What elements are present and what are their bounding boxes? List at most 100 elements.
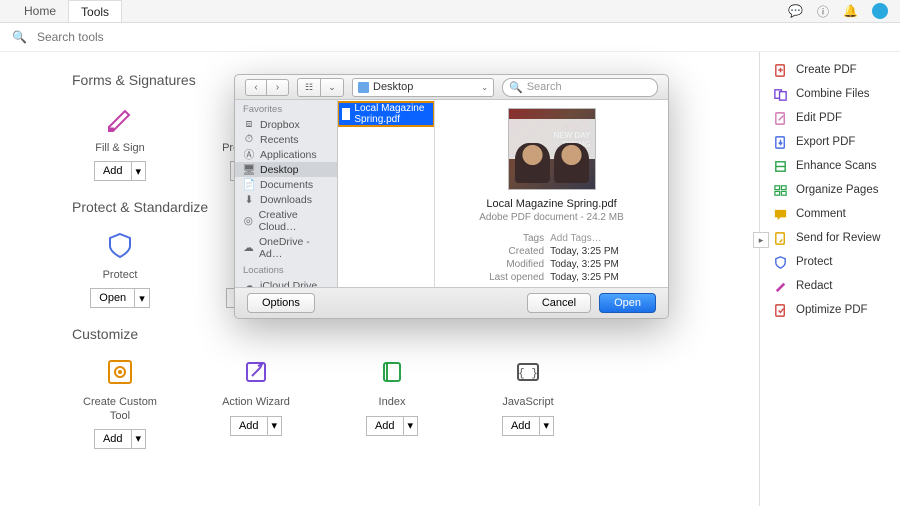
comment-icon bbox=[772, 206, 788, 222]
tab-tools[interactable]: Tools bbox=[68, 0, 122, 22]
tool-add-button[interactable]: Add bbox=[94, 161, 132, 181]
meta-key: Created bbox=[484, 246, 544, 257]
rightpane-protect[interactable]: Protect bbox=[772, 250, 892, 274]
rightpane-organize-pages[interactable]: Organize Pages bbox=[772, 178, 892, 202]
tool-action-wizard[interactable]: Action Wizard Add ▾ bbox=[208, 354, 304, 448]
tool-add-button[interactable]: Add bbox=[366, 416, 404, 436]
tool-create-custom-tool[interactable]: Create Custom Tool Add ▾ bbox=[72, 354, 168, 448]
search-input[interactable] bbox=[35, 29, 888, 45]
sidebar-item-downloads[interactable]: ⬇ Downloads bbox=[235, 192, 337, 207]
rightpane-label: Redact bbox=[796, 280, 832, 292]
rightpane-redact[interactable]: Redact bbox=[772, 274, 892, 298]
rightpane-optimize-pdf[interactable]: Optimize PDF bbox=[772, 298, 892, 322]
dropdown-caret-icon[interactable]: ⌄ bbox=[321, 78, 344, 97]
cancel-button[interactable]: Cancel bbox=[527, 293, 591, 313]
folder-icon bbox=[358, 82, 369, 93]
tool-add-button[interactable]: Add bbox=[230, 416, 268, 436]
tool-add-button[interactable]: Add bbox=[502, 416, 540, 436]
tool-fill-sign[interactable]: Fill & Sign Add ▾ bbox=[72, 100, 168, 181]
location-popup[interactable]: Desktop ⌄ bbox=[352, 78, 494, 97]
sidebar-item-creative-cloud-[interactable]: ◎Creative Cloud… bbox=[235, 207, 337, 234]
tool-dropdown-button[interactable]: ▾ bbox=[404, 416, 419, 436]
bell-icon[interactable]: 🔔 bbox=[843, 4, 858, 18]
chat-icon[interactable]: 💬 bbox=[788, 4, 803, 18]
dialog-view-toggle[interactable]: ☷ ⌄ bbox=[297, 78, 344, 97]
sidebar-label: Documents bbox=[260, 179, 313, 191]
tool-dropdown-button[interactable]: ▾ bbox=[132, 429, 147, 449]
rightpane-edit-pdf[interactable]: Edit PDF bbox=[772, 106, 892, 130]
desktop-icon: 🖥 bbox=[243, 164, 255, 176]
tool-index[interactable]: Index Add ▾ bbox=[344, 354, 440, 448]
tool-protect[interactable]: Protect Open ▾ bbox=[72, 227, 168, 308]
sidebar-item-recents[interactable]: ⏱Recents bbox=[235, 132, 337, 147]
preview-subtitle: Adobe PDF document - 24.2 MB bbox=[479, 212, 624, 223]
rightpane-label: Edit PDF bbox=[796, 112, 842, 124]
forward-button[interactable]: › bbox=[267, 79, 289, 96]
meta-value: Today, 3:25 PM bbox=[550, 272, 619, 283]
preview-thumbnail: LOCAL NEW DAY RISING bbox=[508, 108, 596, 190]
dialog-search[interactable]: 🔍 Search bbox=[502, 78, 658, 97]
tool-open-button[interactable]: Open bbox=[90, 288, 135, 308]
braces-icon: { } bbox=[510, 354, 546, 390]
rightpane-export-pdf[interactable]: Export PDF bbox=[772, 130, 892, 154]
section-title: Customize bbox=[72, 326, 739, 342]
sidebar-item-documents[interactable]: 📄Documents bbox=[235, 177, 337, 192]
tool-dropdown-button[interactable]: ▾ bbox=[268, 416, 283, 436]
rightpane-label: Protect bbox=[796, 256, 832, 268]
tool-dropdown-button[interactable]: ▾ bbox=[132, 161, 147, 181]
sidebar-label: Downloads bbox=[260, 194, 312, 206]
file-item-selected[interactable]: Local Magazine Spring.pdf bbox=[338, 102, 434, 126]
rightpane-send-for-review[interactable]: Send for Review bbox=[772, 226, 892, 250]
tool-dropdown-button[interactable]: ▾ bbox=[135, 288, 150, 308]
tool-action: Open ▾ bbox=[90, 288, 149, 308]
rightpane-enhance-scans[interactable]: Enhance Scans bbox=[772, 154, 892, 178]
optimize-icon bbox=[772, 302, 788, 318]
help-icon[interactable]: ⓘ bbox=[817, 3, 829, 20]
right-toolpane: ▸ Create PDFCombine FilesEdit PDFExport … bbox=[759, 52, 900, 506]
apps-icon: Ⓐ bbox=[243, 149, 255, 161]
avatar[interactable] bbox=[872, 3, 888, 19]
rightpane-comment[interactable]: Comment bbox=[772, 202, 892, 226]
tool-label: Create Custom Tool bbox=[72, 396, 168, 422]
file-name: Local Magazine Spring.pdf bbox=[354, 103, 430, 125]
sidebar-item-dropbox[interactable]: ⧈Dropbox bbox=[235, 117, 337, 132]
edit-icon bbox=[772, 110, 788, 126]
preview-filename: Local Magazine Spring.pdf bbox=[486, 198, 616, 210]
rightpane-create-pdf[interactable]: Create PDF bbox=[772, 58, 892, 82]
wand-icon bbox=[238, 354, 274, 390]
sidebar-item-onedrive-ad-[interactable]: ☁OneDrive - Ad… bbox=[235, 234, 337, 261]
column-view-icon[interactable]: ☷ bbox=[297, 78, 321, 97]
app-topbar: Home Tools 💬 ⓘ 🔔 bbox=[0, 0, 900, 23]
sidebar-item-desktop[interactable]: 🖥 Desktop bbox=[235, 162, 337, 177]
main-tabs: Home Tools bbox=[12, 0, 122, 22]
file-column: Local Magazine Spring.pdf bbox=[338, 100, 435, 287]
tool-dropdown-button[interactable]: ▾ bbox=[540, 416, 555, 436]
rightpane-combine-files[interactable]: Combine Files bbox=[772, 82, 892, 106]
tool-action: Add ▾ bbox=[94, 161, 146, 181]
meta-value[interactable]: Add Tags… bbox=[550, 233, 619, 244]
meta-key: Tags bbox=[484, 233, 544, 244]
rightpane-label: Organize Pages bbox=[796, 184, 878, 196]
rightpane-label: Optimize PDF bbox=[796, 304, 868, 316]
sidebar-item-applications[interactable]: ⒶApplications bbox=[235, 147, 337, 162]
download-icon: ⬇ bbox=[243, 194, 255, 206]
tool-label: Index bbox=[379, 396, 406, 409]
pane-collapse-icon[interactable]: ▸ bbox=[753, 232, 769, 248]
sidebar-header: Favorites bbox=[235, 100, 337, 117]
tool-javascript[interactable]: { } JavaScript Add ▾ bbox=[480, 354, 576, 448]
rightpane-label: Combine Files bbox=[796, 88, 870, 100]
file-open-dialog: ‹ › ☷ ⌄ Desktop ⌄ 🔍 Search Favorites⧈Dro… bbox=[234, 74, 669, 319]
sidebar-label: Desktop bbox=[260, 164, 299, 176]
chevron-updown-icon: ⌄ bbox=[481, 83, 488, 92]
tool-label: Action Wizard bbox=[222, 396, 290, 409]
tab-home[interactable]: Home bbox=[12, 0, 68, 22]
tool-action: Add ▾ bbox=[94, 429, 146, 449]
create-icon bbox=[772, 62, 788, 78]
back-button[interactable]: ‹ bbox=[245, 79, 267, 96]
sidebar-item-icloud-drive[interactable]: ☁iCloud Drive bbox=[235, 278, 337, 287]
sidebar-label: iCloud Drive bbox=[260, 280, 317, 288]
open-button[interactable]: Open bbox=[599, 293, 656, 313]
tool-add-button[interactable]: Add bbox=[94, 429, 132, 449]
options-button[interactable]: Options bbox=[247, 293, 315, 313]
export-icon bbox=[772, 134, 788, 150]
